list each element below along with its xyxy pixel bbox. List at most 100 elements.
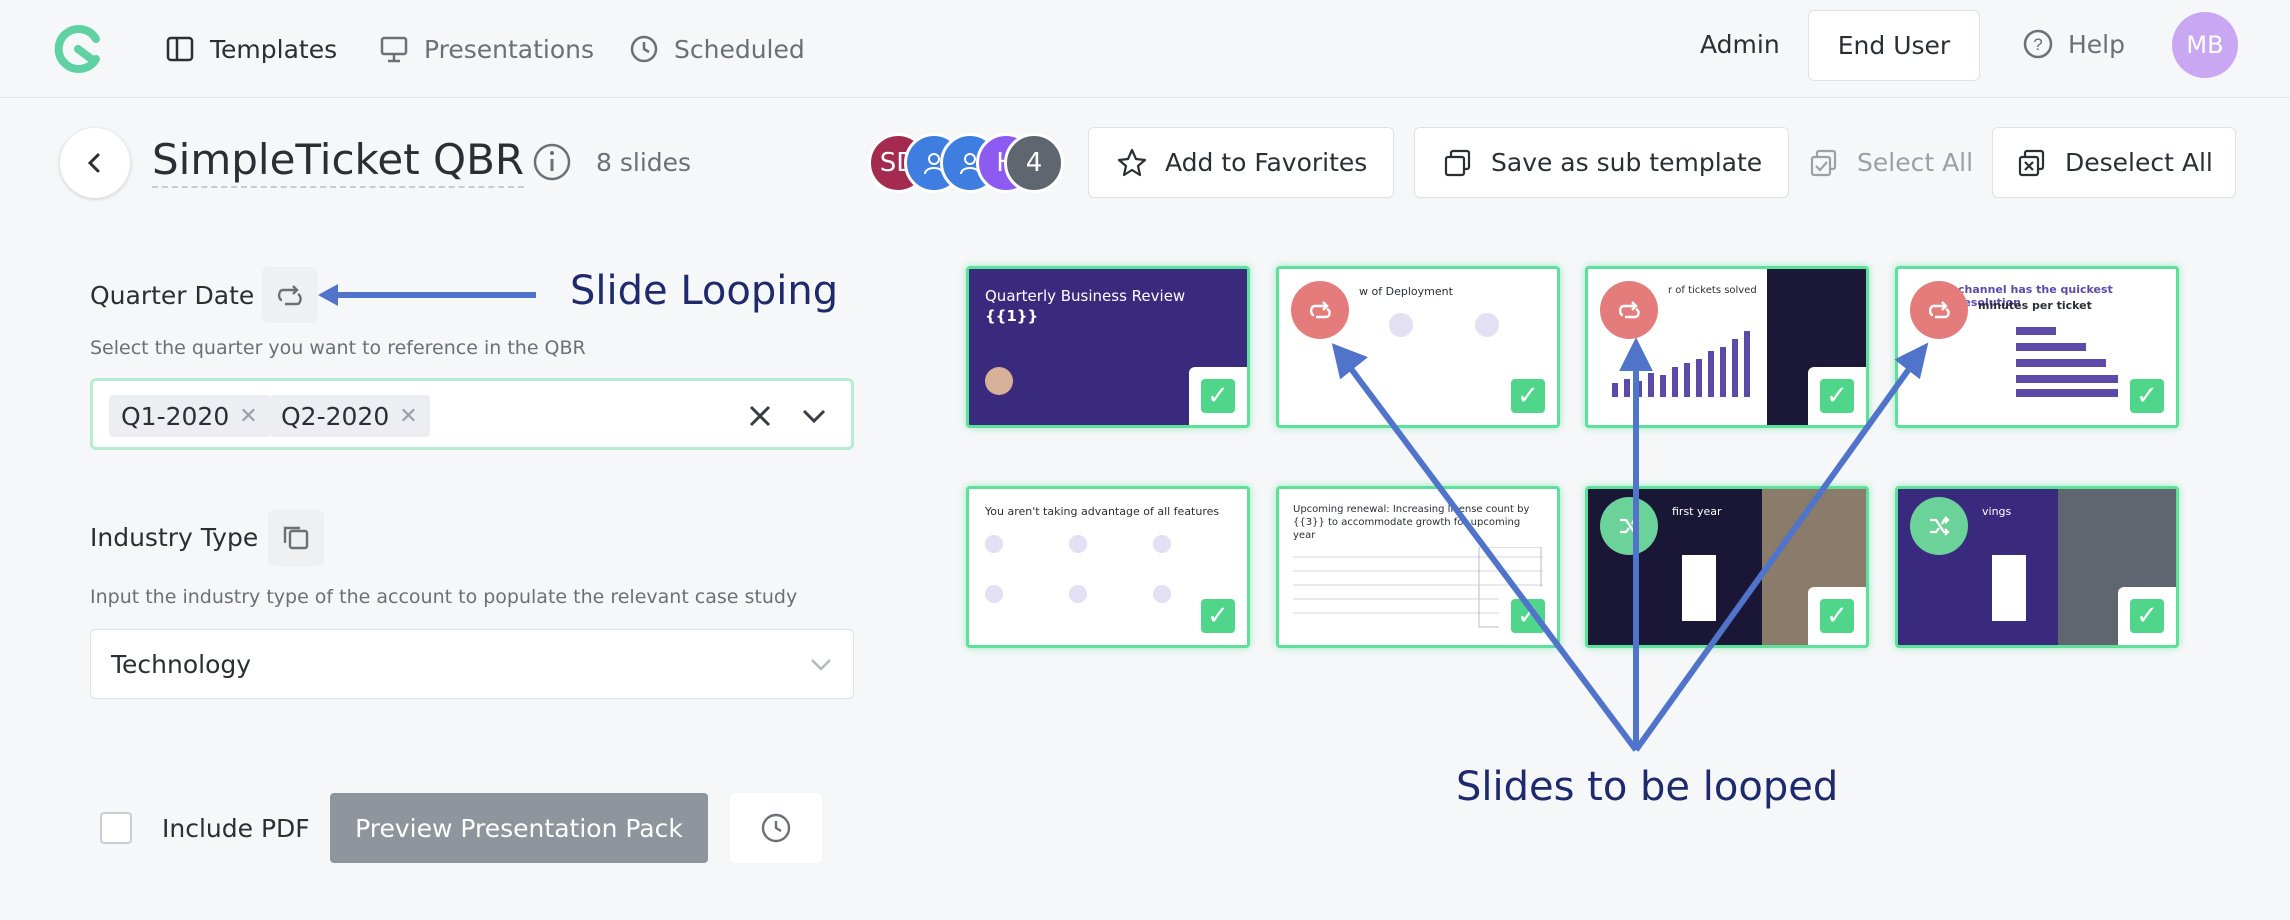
deselect-all-button[interactable]: Deselect All [1992,127,2236,198]
add-to-favorites-label: Add to Favorites [1165,148,1368,177]
select-all-button[interactable]: Select All [1780,127,2000,198]
slide-title: r of tickets solved [1668,285,1757,296]
include-pdf-label: Include PDF [162,814,310,843]
slide-graphic [1069,585,1087,603]
nav-presentations-label: Presentations [424,34,595,64]
quarter-chip-label: Q1-2020 [121,401,230,431]
slide-checkbox[interactable]: ✓ [1499,367,1557,425]
include-pdf-checkbox[interactable] [100,812,132,844]
schedule-button[interactable] [730,793,822,863]
shuffle-marker[interactable] [1910,497,1968,555]
loop-icon [1928,301,1950,319]
slide-thumbnail[interactable]: vings ✓ [1895,486,2179,648]
slide-thumbnail[interactable]: channel has the quickest resolution minu… [1895,266,2179,428]
info-icon[interactable] [532,142,572,182]
quarter-date-label: Quarter Date [90,281,255,310]
slide-checkbox[interactable]: ✓ [1808,587,1866,645]
quarter-chip[interactable]: Q2-2020 ✕ [269,395,430,437]
slide-subtitle: {{1}} [985,307,1039,325]
slide-title: You aren't taking advantage of all featu… [985,505,1220,518]
nav-templates[interactable]: Templates [164,28,337,70]
template-icon [166,36,194,62]
slide-looping-annotation: Slide Looping [570,268,839,314]
annotation-arrow [318,284,536,306]
quarter-chip-label: Q2-2020 [281,401,390,431]
help-label: Help [2068,29,2125,59]
clock-icon [761,813,791,843]
loop-icon [1309,301,1331,319]
clock-icon [630,35,658,63]
slide-checkbox[interactable]: ✓ [2118,367,2176,425]
checkmark-icon: ✓ [1820,379,1854,413]
quarter-chip[interactable]: Q1-2020 ✕ [109,395,270,437]
page-title[interactable]: SimpleTicket QBR [152,134,525,188]
nav-scheduled[interactable]: Scheduled [628,28,805,70]
slide-thumbnail[interactable]: Quarterly Business Review {{1}} ✓ [966,266,1250,428]
slide-checkbox[interactable]: ✓ [1189,367,1247,425]
app-logo-icon[interactable] [50,21,106,77]
slide-checkbox[interactable]: ✓ [1499,587,1557,645]
slide-thumbnail[interactable]: You aren't taking advantage of all featu… [966,486,1250,648]
slide-graphic [1389,313,1413,337]
slide-checkbox[interactable]: ✓ [2118,587,2176,645]
help-link[interactable]: ? Help [2022,28,2125,60]
slide-count: 8 slides [596,148,692,177]
slide-graphic [985,585,1003,603]
save-as-sub-template-label: Save as sub template [1491,148,1763,177]
checkmark-icon: ✓ [1201,379,1235,413]
industry-type-hint: Input the industry type of the account t… [90,586,798,608]
collaborator-count[interactable]: 4 [1004,133,1064,193]
industry-type-value: Technology [111,649,252,679]
end-user-button[interactable]: End User [1808,10,1980,81]
shuffle-marker[interactable] [1600,497,1658,555]
presentation-icon [380,36,408,63]
slide-checkbox[interactable]: ✓ [1808,367,1866,425]
checkmark-icon: ✓ [2130,599,2164,633]
clear-icon[interactable] [747,403,773,429]
loop-marker[interactable] [1291,281,1349,339]
checkmark-icon: ✓ [1820,599,1854,633]
select-all-label: Select All [1857,148,1974,177]
nav-scheduled-label: Scheduled [674,34,805,64]
add-to-favorites-button[interactable]: Add to Favorites [1088,127,1395,198]
back-button[interactable] [60,128,130,198]
nav-presentations[interactable]: Presentations [378,28,594,70]
loop-toggle-button[interactable] [262,267,318,323]
slide-thumbnail[interactable]: first year ✓ [1585,486,1869,648]
star-icon [1117,148,1147,176]
remove-chip-icon[interactable]: ✕ [399,404,417,429]
slide-graphic [1069,535,1087,553]
loop-marker[interactable] [1600,281,1658,339]
slide-thumbnail[interactable]: w of Deployment ✓ [1276,266,1560,428]
slide-thumbnail[interactable]: r of tickets solved ✓ [1585,266,1869,428]
remove-chip-icon[interactable]: ✕ [239,404,257,429]
industry-type-select[interactable]: Technology [90,629,854,699]
save-as-sub-template-button[interactable]: Save as sub template [1414,127,1790,198]
user-avatar[interactable]: MB [2172,12,2238,78]
industry-type-label: Industry Type [90,523,259,552]
slide-title: Quarterly Business Review [985,287,1186,305]
nav-templates-label: Templates [210,34,338,64]
chevron-left-icon [87,153,100,173]
slide-thumbnail[interactable]: Upcoming renewal: Increasing license cou… [1276,486,1560,648]
slide-graphic [985,535,1003,553]
slide-title: vings [1982,505,2012,518]
checkmark-icon: ✓ [1201,599,1235,633]
quarter-date-hint: Select the quarter you want to reference… [90,337,586,359]
slides-to-be-looped-annotation: Slides to be looped [1456,764,1839,810]
slide-checkbox[interactable]: ✓ [1189,587,1247,645]
shuffle-icon [1930,516,1950,536]
loop-icon [277,285,302,306]
sub-template-toggle-button[interactable] [268,510,324,566]
quarter-multiselect[interactable]: Q1-2020 ✕ Q2-2020 ✕ [90,378,854,450]
slide-avatar-image [985,367,1013,395]
slide-bar [1682,555,1716,621]
loop-marker[interactable] [1910,281,1968,339]
top-bar: Templates Presentations Scheduled Admin … [0,0,2290,98]
deselect-all-label: Deselect All [2065,148,2213,177]
svg-text:?: ? [2033,35,2042,54]
preview-presentation-pack-button[interactable]: Preview Presentation Pack [330,793,708,863]
admin-link[interactable]: Admin [1700,30,1780,59]
chevron-down-icon[interactable] [801,405,827,427]
slide-bar-chart [1612,331,1750,397]
